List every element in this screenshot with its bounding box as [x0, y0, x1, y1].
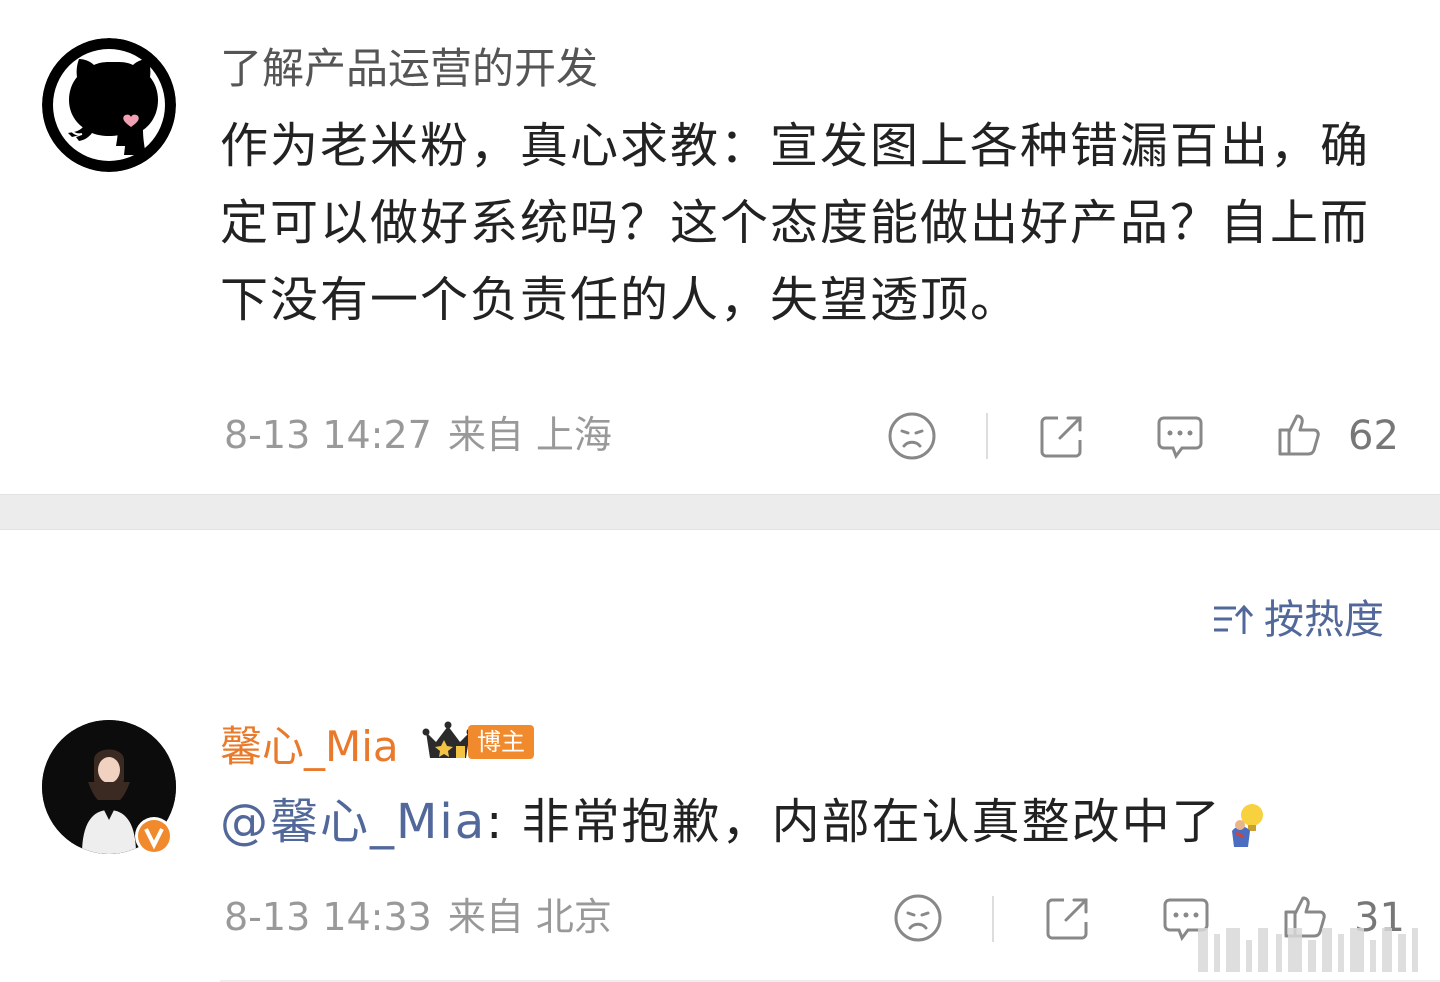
comment-time: 8-13 14:27 [224, 413, 432, 457]
section-separator [0, 494, 1440, 530]
comment-time: 8-13 14:33 [224, 895, 432, 939]
share-icon[interactable] [1042, 892, 1094, 944]
github-cat-avatar-icon [42, 38, 176, 172]
bulb-emoji-icon [1231, 804, 1263, 847]
sort-icon [1214, 604, 1254, 634]
like-count: 62 [1348, 413, 1399, 459]
comment-card-1: 了解产品运营的开发 作为老米粉，真心求教：宣发图上各种错漏百出，确定可以做好系统… [0, 0, 1440, 494]
user-badges: 博主 [422, 718, 534, 766]
comment-meta: 8-13 14:27 来自 上海 [224, 416, 628, 454]
reply-body: : 非常抱歉，内部在认真整改中了 [486, 794, 1222, 850]
username[interactable]: 馨心_Mia [220, 726, 399, 768]
reply-text: @馨心_Mia: 非常抱歉，内部在认真整改中了 [220, 784, 1410, 861]
watermark-barcode [1198, 928, 1418, 972]
action-divider [992, 896, 994, 942]
blogger-badge: 博主 [468, 725, 534, 759]
sort-label: 按热度 [1264, 597, 1384, 643]
username[interactable]: 了解产品运营的开发 [220, 48, 598, 90]
share-icon[interactable] [1036, 410, 1088, 462]
sad-face-icon[interactable] [892, 892, 944, 944]
user-avatar[interactable] [42, 38, 176, 172]
thumbs-up-icon[interactable] [1274, 408, 1326, 460]
crown-icon [422, 721, 474, 758]
comment-text: 作为老米粉，真心求教：宣发图上各种错漏百出，确定可以做好系统吗？这个态度能做出好… [220, 118, 1371, 328]
comment-icon[interactable] [1154, 410, 1206, 462]
sad-face-icon[interactable] [886, 410, 938, 462]
reply-section: 按热度 馨心_Mia 博主 @馨心_Mia: 非常抱歉，内部在认真整改中了 8-… [0, 530, 1440, 982]
mention-link[interactable]: @馨心_Mia [220, 794, 486, 850]
action-divider [986, 413, 988, 459]
verified-v-icon [135, 817, 173, 855]
comment-meta: 8-13 14:33 来自 北京 [224, 898, 628, 936]
sort-by-hot-button[interactable]: 按热度 [1212, 600, 1384, 640]
comment-location: 来自 上海 [447, 413, 612, 457]
comment-location: 来自 北京 [447, 895, 612, 939]
